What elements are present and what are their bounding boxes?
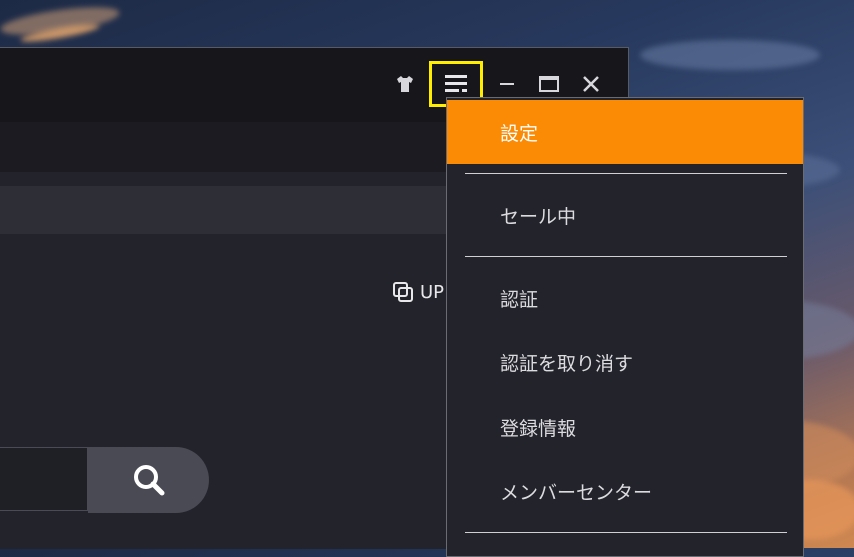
search-button[interactable] — [88, 447, 209, 513]
menu-item-label: 認証 — [500, 288, 539, 311]
upgrade-label: UP — [420, 281, 445, 303]
close-button[interactable] — [576, 69, 606, 99]
menu-item-label: メンバーセンター — [500, 481, 653, 504]
menu-item-settings[interactable]: 設定 — [447, 100, 803, 164]
search-icon — [133, 465, 164, 496]
minimize-button[interactable] — [492, 69, 522, 99]
menu-item-sale[interactable]: セール中 — [447, 183, 803, 247]
upgrade-link[interactable]: UP — [392, 281, 444, 303]
main-menu-dropdown: 設定 セール中 認証 認証を取り消す 登録情報 メンバーセンター — [446, 97, 804, 557]
menu-item-label: 登録情報 — [500, 417, 577, 440]
menu-item-label: 認証を取り消す — [500, 352, 634, 375]
address-strip — [0, 186, 460, 234]
tshirt-icon — [397, 76, 413, 92]
maximize-button[interactable] — [534, 69, 564, 99]
hamburger-menu-icon — [445, 75, 467, 92]
menu-item-deactivate[interactable]: 認証を取り消す — [447, 330, 803, 394]
search-input[interactable] — [0, 447, 88, 511]
menu-divider — [465, 532, 787, 533]
minimize-icon — [500, 83, 514, 85]
wallpaper-cloud — [640, 40, 820, 70]
menu-item-activate[interactable]: 認証 — [447, 266, 803, 330]
menu-divider — [465, 256, 787, 257]
menu-item-label: 設定 — [500, 122, 539, 145]
menu-item-label: セール中 — [500, 205, 577, 228]
close-icon — [583, 76, 599, 92]
menu-divider — [465, 173, 787, 174]
skin-button[interactable] — [390, 69, 420, 99]
maximize-icon — [539, 76, 559, 92]
menu-item-registration-info[interactable]: 登録情報 — [447, 395, 803, 459]
copy-icon — [393, 282, 413, 302]
menu-item-member-center[interactable]: メンバーセンター — [447, 459, 803, 523]
